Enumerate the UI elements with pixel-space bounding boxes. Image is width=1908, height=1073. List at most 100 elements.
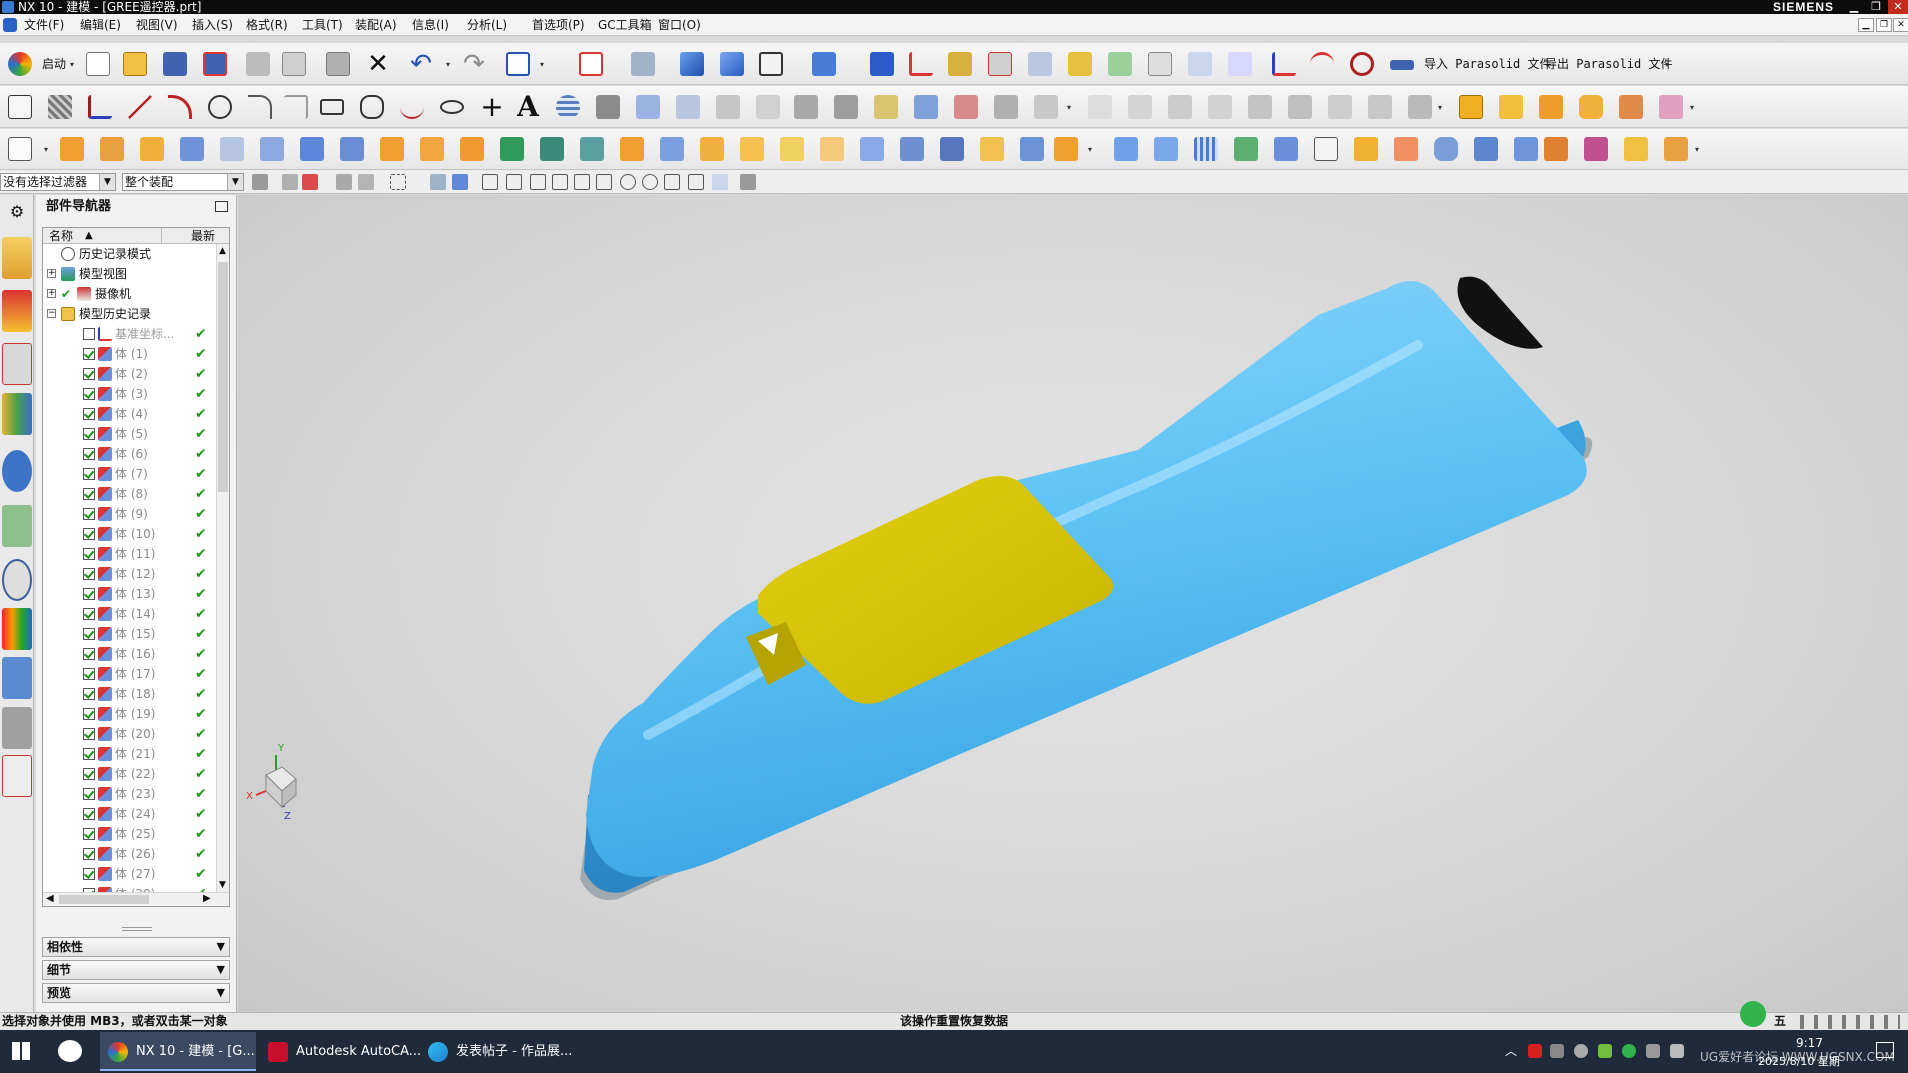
tree-row-body[interactable]: 体 (10) ✔ (43, 524, 213, 544)
project-curve-icon[interactable] (672, 91, 704, 123)
section-view-icon[interactable] (808, 48, 840, 80)
quadrant-snap-icon[interactable] (596, 174, 612, 190)
web-browser-icon[interactable] (2, 505, 32, 547)
tree-row-body[interactable]: 体 (7) ✔ (43, 464, 213, 484)
tree-row-body[interactable]: 体 (2) ✔ (43, 364, 213, 384)
expand-plus-icon[interactable]: + (47, 269, 56, 278)
fillet-icon[interactable] (244, 91, 276, 123)
smooth-curve-icon[interactable] (990, 91, 1022, 123)
bounded-grid-icon[interactable] (740, 174, 756, 190)
coincident-icon[interactable] (1244, 91, 1276, 123)
tree-row-body[interactable]: 体 (18) ✔ (43, 684, 213, 704)
system-materials-icon[interactable] (2, 608, 32, 650)
scroll-right-icon[interactable]: ▶ (203, 893, 211, 904)
offset-surface-icon[interactable] (1470, 133, 1502, 165)
menu-information[interactable]: 信息(I) (412, 17, 449, 33)
assembly-navigator-icon[interactable] (2, 237, 32, 279)
clock-date[interactable]: 2025/8/10 星期 (1758, 1053, 1840, 1069)
intersection-curve-icon[interactable] (790, 91, 822, 123)
visibility-checkbox[interactable] (83, 708, 95, 720)
reset-filter-icon[interactable] (252, 174, 268, 190)
visibility-checkbox[interactable] (83, 328, 95, 340)
helix-icon[interactable] (552, 91, 584, 123)
menu-format[interactable]: 格式(R) (246, 17, 288, 33)
visibility-checkbox[interactable] (83, 428, 95, 440)
fit-view-icon[interactable] (502, 48, 534, 80)
shell-icon[interactable] (296, 133, 328, 165)
pattern-icon[interactable] (896, 133, 928, 165)
chevron-down-icon[interactable]: ▾ (70, 60, 74, 69)
chevron-down-icon[interactable]: ▼ (217, 984, 225, 1002)
background-icon[interactable] (755, 48, 787, 80)
sketch-icon[interactable] (4, 91, 36, 123)
cut-icon[interactable] (242, 48, 274, 80)
notification-icon[interactable] (1876, 1042, 1894, 1058)
cylinder-icon[interactable] (1575, 91, 1607, 123)
symmetric-icon[interactable] (1284, 91, 1316, 123)
x-form-icon[interactable] (1580, 133, 1612, 165)
center-snap-icon[interactable] (620, 174, 636, 190)
sketch-plane-icon[interactable] (4, 133, 36, 165)
measure-distance-icon[interactable] (1224, 48, 1256, 80)
visibility-checkbox[interactable] (83, 868, 95, 880)
angle-icon[interactable] (1268, 48, 1300, 80)
tree-row-body[interactable]: 体 (19) ✔ (43, 704, 213, 724)
move-object-icon[interactable] (944, 48, 976, 80)
menu-preferences[interactable]: 首选项(P) (532, 17, 585, 33)
tree-row-body[interactable]: 体 (27) ✔ (43, 864, 213, 884)
menu-logo-icon[interactable] (3, 18, 17, 32)
tangent-icon[interactable] (1164, 91, 1196, 123)
tree-row-body[interactable]: 体 (26) ✔ (43, 844, 213, 864)
rectangle-selection-icon[interactable] (390, 174, 406, 190)
tree-row-body[interactable]: 体 (25) ✔ (43, 824, 213, 844)
emboss-icon[interactable] (496, 133, 528, 165)
restore-button[interactable]: ❐ (1866, 0, 1886, 14)
visibility-checkbox[interactable] (83, 828, 95, 840)
manufacturing-wizard-icon[interactable] (2, 707, 32, 749)
tray-sync-icon[interactable] (1574, 1044, 1588, 1058)
blend-surface-icon[interactable] (1390, 133, 1422, 165)
point-icon[interactable] (1064, 48, 1096, 80)
scroll-left-icon[interactable]: ◀ (46, 893, 54, 904)
chevron-down-icon[interactable]: ▼ (99, 174, 115, 190)
menu-tools[interactable]: 工具(T) (302, 17, 343, 33)
profile-icon[interactable] (84, 91, 116, 123)
save-as-icon[interactable] (199, 48, 231, 80)
hd3d-tools-icon[interactable] (2, 450, 32, 492)
graphics-window[interactable]: Y X Z (238, 195, 1908, 1012)
split-body-icon[interactable] (856, 133, 888, 165)
view-orient-icon[interactable] (627, 48, 659, 80)
tree-row-datum-csys[interactable]: 基准坐标... ✔ (43, 324, 213, 344)
extract-geometry-icon[interactable] (976, 133, 1008, 165)
tree-row-body[interactable]: 体 (13) ✔ (43, 584, 213, 604)
tray-security-icon[interactable] (1598, 1044, 1612, 1058)
visibility-checkbox[interactable] (83, 848, 95, 860)
constraint-navigator-icon[interactable] (2, 290, 32, 332)
point-plus-icon[interactable]: + (476, 91, 508, 123)
trimmed-sheet-icon[interactable] (1540, 133, 1572, 165)
measure-table-icon[interactable] (1144, 48, 1176, 80)
tree-row-body[interactable]: 体 (5) ✔ (43, 424, 213, 444)
constraint-icon[interactable] (1204, 91, 1236, 123)
chevron-down-icon[interactable]: ▼ (227, 174, 243, 190)
draft-icon[interactable] (336, 133, 368, 165)
chevron-down-icon[interactable]: ▾ (446, 60, 450, 69)
ellipse-icon[interactable] (436, 91, 468, 123)
circle-icon[interactable] (204, 91, 236, 123)
tray-display-icon[interactable] (1646, 1044, 1660, 1058)
export-parasolid-button[interactable]: 导出 Parasolid 文件 (1545, 56, 1672, 72)
control-point-snap-icon[interactable] (552, 174, 568, 190)
tree-row-body[interactable]: 体 (4) ✔ (43, 404, 213, 424)
visibility-checkbox[interactable] (83, 588, 95, 600)
import-parasolid-button[interactable]: 导入 Parasolid 文件 (1424, 56, 1551, 72)
inspect-curve-icon[interactable] (1404, 91, 1436, 123)
cone-icon[interactable] (1615, 91, 1647, 123)
ime-mode-label[interactable]: 五 (1774, 1013, 1786, 1030)
offset-face-icon[interactable] (376, 133, 408, 165)
i-form-icon[interactable] (1620, 133, 1652, 165)
wechat-icon[interactable] (58, 1040, 82, 1062)
point-on-face-snap-icon[interactable] (712, 174, 728, 190)
zoom-icon[interactable] (575, 48, 607, 80)
tree-row-body[interactable]: 体 (16) ✔ (43, 644, 213, 664)
existing-point-snap-icon[interactable] (664, 174, 680, 190)
